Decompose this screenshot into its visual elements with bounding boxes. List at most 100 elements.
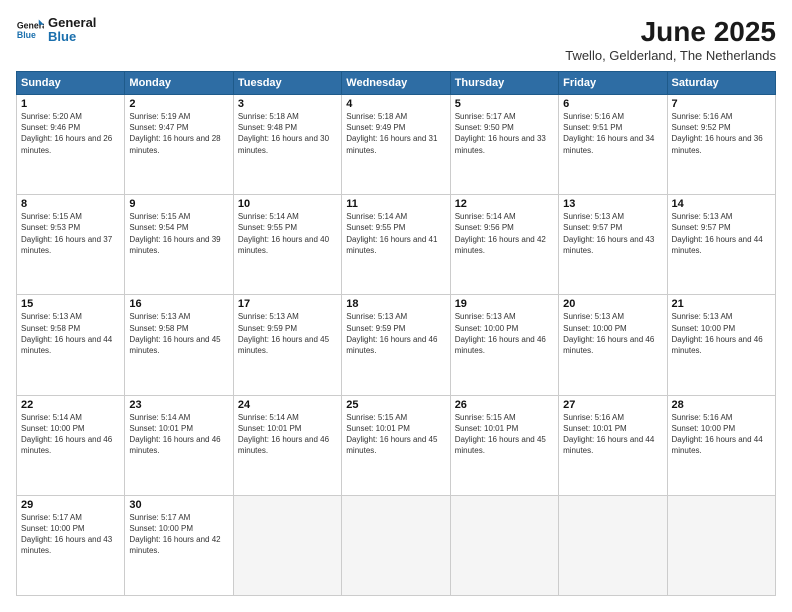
- sunset-label: Sunset: 9:51 PM: [563, 123, 622, 132]
- calendar-cell-19: 19 Sunrise: 5:13 AM Sunset: 10:00 PM Day…: [450, 295, 558, 395]
- daylight-label: Daylight: 16 hours and 33 minutes.: [455, 134, 546, 154]
- sunset-label: Sunset: 9:58 PM: [129, 324, 188, 333]
- sunset-label: Sunset: 9:59 PM: [346, 324, 405, 333]
- calendar-cell-23: 23 Sunrise: 5:14 AM Sunset: 10:01 PM Day…: [125, 395, 233, 495]
- calendar-cell-7: 7 Sunrise: 5:16 AM Sunset: 9:52 PM Dayli…: [667, 95, 775, 195]
- day-info: Sunrise: 5:16 AM Sunset: 10:01 PM Daylig…: [563, 412, 662, 457]
- sunrise-label: Sunrise: 5:15 AM: [455, 413, 516, 422]
- sunrise-label: Sunrise: 5:14 AM: [455, 212, 516, 221]
- calendar-cell-28: 28 Sunrise: 5:16 AM Sunset: 10:00 PM Day…: [667, 395, 775, 495]
- day-number: 22: [21, 399, 120, 411]
- calendar-cell-17: 17 Sunrise: 5:13 AM Sunset: 9:59 PM Dayl…: [233, 295, 341, 395]
- daylight-label: Daylight: 16 hours and 44 minutes.: [563, 435, 654, 455]
- day-info: Sunrise: 5:13 AM Sunset: 9:57 PM Dayligh…: [672, 211, 771, 256]
- daylight-label: Daylight: 16 hours and 36 minutes.: [672, 134, 763, 154]
- sunrise-label: Sunrise: 5:17 AM: [455, 112, 516, 121]
- day-number: 26: [455, 399, 554, 411]
- sunrise-label: Sunrise: 5:20 AM: [21, 112, 82, 121]
- sunset-label: Sunset: 9:48 PM: [238, 123, 297, 132]
- day-number: 12: [455, 198, 554, 210]
- calendar-cell-21: 21 Sunrise: 5:13 AM Sunset: 10:00 PM Day…: [667, 295, 775, 395]
- sunrise-label: Sunrise: 5:13 AM: [21, 312, 82, 321]
- day-info: Sunrise: 5:16 AM Sunset: 9:51 PM Dayligh…: [563, 111, 662, 156]
- sunset-label: Sunset: 9:49 PM: [346, 123, 405, 132]
- day-number: 20: [563, 298, 662, 310]
- day-number: 29: [21, 499, 120, 511]
- day-info: Sunrise: 5:13 AM Sunset: 10:00 PM Daylig…: [672, 311, 771, 356]
- sunset-label: Sunset: 9:56 PM: [455, 223, 514, 232]
- sunset-label: Sunset: 9:57 PM: [563, 223, 622, 232]
- calendar-cell-8: 8 Sunrise: 5:15 AM Sunset: 9:53 PM Dayli…: [17, 195, 125, 295]
- calendar-cell-12: 12 Sunrise: 5:14 AM Sunset: 9:56 PM Dayl…: [450, 195, 558, 295]
- calendar-cell-2: 2 Sunrise: 5:19 AM Sunset: 9:47 PM Dayli…: [125, 95, 233, 195]
- logo-icon: General Blue: [16, 16, 44, 44]
- calendar-cell-9: 9 Sunrise: 5:15 AM Sunset: 9:54 PM Dayli…: [125, 195, 233, 295]
- day-info: Sunrise: 5:13 AM Sunset: 10:00 PM Daylig…: [455, 311, 554, 356]
- calendar-cell-3: 3 Sunrise: 5:18 AM Sunset: 9:48 PM Dayli…: [233, 95, 341, 195]
- sunset-label: Sunset: 9:54 PM: [129, 223, 188, 232]
- calendar-cell-29: 29 Sunrise: 5:17 AM Sunset: 10:00 PM Day…: [17, 495, 125, 595]
- calendar-cell-5: 5 Sunrise: 5:17 AM Sunset: 9:50 PM Dayli…: [450, 95, 558, 195]
- daylight-label: Daylight: 16 hours and 39 minutes.: [129, 235, 220, 255]
- day-number: 9: [129, 198, 228, 210]
- calendar-cell-empty: [450, 495, 558, 595]
- calendar-week-2: 15 Sunrise: 5:13 AM Sunset: 9:58 PM Dayl…: [17, 295, 776, 395]
- day-number: 25: [346, 399, 445, 411]
- day-info: Sunrise: 5:17 AM Sunset: 10:00 PM Daylig…: [21, 512, 120, 557]
- sunset-label: Sunset: 9:57 PM: [672, 223, 731, 232]
- sunrise-label: Sunrise: 5:14 AM: [21, 413, 82, 422]
- sunrise-label: Sunrise: 5:13 AM: [672, 212, 733, 221]
- calendar-cell-15: 15 Sunrise: 5:13 AM Sunset: 9:58 PM Dayl…: [17, 295, 125, 395]
- calendar-week-3: 22 Sunrise: 5:14 AM Sunset: 10:00 PM Day…: [17, 395, 776, 495]
- sunrise-label: Sunrise: 5:14 AM: [346, 212, 407, 221]
- daylight-label: Daylight: 16 hours and 46 minutes.: [129, 435, 220, 455]
- calendar-cell-10: 10 Sunrise: 5:14 AM Sunset: 9:55 PM Dayl…: [233, 195, 341, 295]
- calendar-body: 1 Sunrise: 5:20 AM Sunset: 9:46 PM Dayli…: [17, 95, 776, 596]
- day-info: Sunrise: 5:13 AM Sunset: 9:58 PM Dayligh…: [21, 311, 120, 356]
- day-info: Sunrise: 5:14 AM Sunset: 9:56 PM Dayligh…: [455, 211, 554, 256]
- day-number: 7: [672, 98, 771, 110]
- calendar-week-1: 8 Sunrise: 5:15 AM Sunset: 9:53 PM Dayli…: [17, 195, 776, 295]
- sunset-label: Sunset: 10:00 PM: [21, 524, 85, 533]
- calendar-week-4: 29 Sunrise: 5:17 AM Sunset: 10:00 PM Day…: [17, 495, 776, 595]
- day-info: Sunrise: 5:15 AM Sunset: 9:54 PM Dayligh…: [129, 211, 228, 256]
- daylight-label: Daylight: 16 hours and 46 minutes.: [21, 435, 112, 455]
- sunset-label: Sunset: 10:01 PM: [563, 424, 627, 433]
- day-number: 6: [563, 98, 662, 110]
- day-info: Sunrise: 5:13 AM Sunset: 9:57 PM Dayligh…: [563, 211, 662, 256]
- day-number: 2: [129, 98, 228, 110]
- daylight-label: Daylight: 16 hours and 46 minutes.: [346, 335, 437, 355]
- daylight-label: Daylight: 16 hours and 45 minutes.: [129, 335, 220, 355]
- daylight-label: Daylight: 16 hours and 46 minutes.: [455, 335, 546, 355]
- day-number: 27: [563, 399, 662, 411]
- calendar-header-thursday: Thursday: [450, 72, 558, 95]
- calendar-header-row: SundayMondayTuesdayWednesdayThursdayFrid…: [17, 72, 776, 95]
- sunrise-label: Sunrise: 5:14 AM: [238, 413, 299, 422]
- sunset-label: Sunset: 10:00 PM: [672, 324, 736, 333]
- day-number: 18: [346, 298, 445, 310]
- sunrise-label: Sunrise: 5:13 AM: [563, 312, 624, 321]
- page: General Blue General Blue June 2025 Twel…: [0, 0, 792, 612]
- day-number: 30: [129, 499, 228, 511]
- sunrise-label: Sunrise: 5:14 AM: [238, 212, 299, 221]
- calendar-cell-20: 20 Sunrise: 5:13 AM Sunset: 10:00 PM Day…: [559, 295, 667, 395]
- sunrise-label: Sunrise: 5:17 AM: [21, 513, 82, 522]
- day-info: Sunrise: 5:18 AM Sunset: 9:49 PM Dayligh…: [346, 111, 445, 156]
- sunrise-label: Sunrise: 5:13 AM: [129, 312, 190, 321]
- daylight-label: Daylight: 16 hours and 42 minutes.: [455, 235, 546, 255]
- calendar-cell-16: 16 Sunrise: 5:13 AM Sunset: 9:58 PM Dayl…: [125, 295, 233, 395]
- sunset-label: Sunset: 9:53 PM: [21, 223, 80, 232]
- sunrise-label: Sunrise: 5:16 AM: [563, 413, 624, 422]
- sunrise-label: Sunrise: 5:15 AM: [129, 212, 190, 221]
- day-number: 15: [21, 298, 120, 310]
- sunset-label: Sunset: 10:00 PM: [129, 524, 193, 533]
- day-info: Sunrise: 5:14 AM Sunset: 10:01 PM Daylig…: [238, 412, 337, 457]
- calendar-cell-11: 11 Sunrise: 5:14 AM Sunset: 9:55 PM Dayl…: [342, 195, 450, 295]
- sunset-label: Sunset: 9:55 PM: [346, 223, 405, 232]
- day-info: Sunrise: 5:14 AM Sunset: 10:00 PM Daylig…: [21, 412, 120, 457]
- calendar-cell-14: 14 Sunrise: 5:13 AM Sunset: 9:57 PM Dayl…: [667, 195, 775, 295]
- logo-line2: Blue: [48, 30, 96, 44]
- day-number: 23: [129, 399, 228, 411]
- calendar-cell-empty: [667, 495, 775, 595]
- sunrise-label: Sunrise: 5:16 AM: [672, 112, 733, 121]
